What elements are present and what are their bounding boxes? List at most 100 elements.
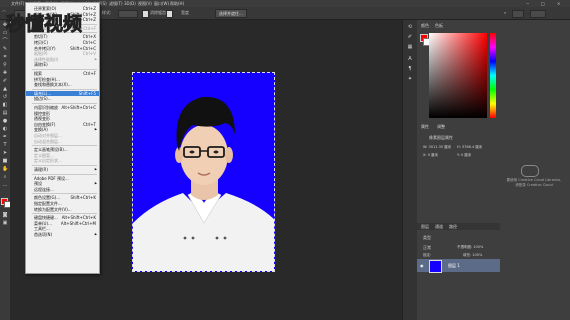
menu-separator bbox=[32, 173, 97, 175]
edit-menu-item[interactable]: 变换(A) ▶ bbox=[26, 127, 99, 132]
opacity-field[interactable]: 不透明度: 100% bbox=[457, 245, 483, 250]
edit-menu-item[interactable]: 首选项(N) ▶ bbox=[26, 232, 99, 237]
color-picker-field[interactable] bbox=[429, 33, 487, 118]
watermark-logo: 秒懂视频 bbox=[4, 8, 96, 38]
quick-mask-icon[interactable]: ◙ bbox=[2, 212, 8, 218]
layer-row[interactable]: ◉ 图层 1 bbox=[417, 259, 500, 273]
edit-menu-item[interactable]: 描边(S)... bbox=[26, 96, 99, 101]
pen-tool-icon[interactable]: ✒ bbox=[2, 134, 8, 140]
height-field[interactable]: H: 3766.4 厘米 bbox=[457, 145, 482, 150]
edit-menu-item[interactable]: 指定配置文件... bbox=[26, 201, 99, 206]
y-field[interactable]: Y: 0 厘米 bbox=[457, 153, 471, 158]
blend-mode-select[interactable]: 正常 bbox=[423, 245, 431, 251]
swatch-panel-icon[interactable]: ▦ bbox=[407, 44, 413, 50]
quick-select-tool-icon[interactable]: ✎ bbox=[2, 46, 8, 52]
edit-menu-item[interactable]: 透视变形 bbox=[26, 116, 99, 121]
gradient-tool-icon[interactable]: ▤ bbox=[2, 110, 8, 116]
edit-menu-item[interactable]: 工具栏... bbox=[26, 226, 99, 231]
zoom-tool-icon[interactable]: ⌕ bbox=[2, 174, 8, 180]
edit-menu-item[interactable]: 清理(R) ▶ bbox=[26, 167, 99, 172]
style-checkbox[interactable] bbox=[166, 10, 173, 18]
edit-menu-item[interactable]: 定义自定形状... bbox=[26, 158, 99, 163]
path-select-tool-icon[interactable]: ➤ bbox=[2, 150, 8, 156]
tab-adjustments[interactable]: 调整 bbox=[437, 124, 445, 130]
workspace-icon[interactable] bbox=[512, 10, 524, 18]
menu-window[interactable]: 窗口(W) bbox=[154, 0, 169, 7]
menu-view[interactable]: 视图(V) bbox=[138, 0, 152, 7]
menu-item-label: Adobe PDF 预设... bbox=[34, 175, 69, 181]
minimize-icon[interactable]: − bbox=[526, 0, 529, 7]
edit-menu-item[interactable]: 搜索 Ctrl+F bbox=[26, 71, 99, 76]
right-panels: 颜色 色板 属性 调整 像素图层属性 W: 3011.35 厘米 H: 3766… bbox=[417, 20, 570, 320]
select-and-mask-button[interactable]: 选择并遮住... bbox=[215, 9, 247, 18]
menu-help[interactable]: 帮助(H) bbox=[170, 0, 184, 7]
stamp-tool-icon[interactable]: ▲ bbox=[2, 86, 8, 92]
x-field[interactable]: X: 0 厘米 bbox=[423, 153, 438, 158]
more-tools-icon[interactable]: … bbox=[2, 182, 8, 188]
edit-menu-item[interactable]: 查找和替换文本(X)... bbox=[26, 82, 99, 87]
tab-properties[interactable]: 属性 bbox=[421, 124, 429, 130]
edit-menu-item[interactable]: Adobe PDF 预设... bbox=[26, 176, 99, 181]
tab-swatches[interactable]: 色板 bbox=[435, 23, 443, 29]
tab-color[interactable]: 颜色 bbox=[421, 23, 429, 29]
fill-field[interactable]: 填充: 100% bbox=[463, 253, 482, 258]
share-icon[interactable] bbox=[530, 10, 546, 18]
history-brush-icon[interactable]: ↺ bbox=[2, 94, 8, 100]
edit-menu-item[interactable]: 键盘快捷键... Alt+Shift+Ctrl+K bbox=[26, 215, 99, 220]
menu-file[interactable]: 文件(F) bbox=[11, 0, 24, 7]
brush-tool-icon[interactable]: ✐ bbox=[2, 78, 8, 84]
search-icon[interactable]: ⌕ bbox=[504, 10, 506, 15]
edit-menu-item[interactable]: 预设 ▶ bbox=[26, 181, 99, 186]
maximize-icon[interactable]: □ bbox=[541, 0, 545, 7]
width-field[interactable]: W: 3011.35 厘米 bbox=[423, 145, 451, 150]
tab-layers[interactable]: 图层 bbox=[421, 224, 429, 230]
tab-channels[interactable]: 通道 bbox=[435, 224, 443, 230]
lock-controls[interactable]: 锁定: bbox=[423, 253, 431, 258]
menu-item-label: 合并拷贝(Y) bbox=[34, 45, 56, 51]
tab-paths[interactable]: 路径 bbox=[449, 224, 457, 230]
edit-menu-item[interactable]: 内容识别缩放 Alt+Shift+Ctrl+C bbox=[26, 105, 99, 110]
edit-menu-item[interactable]: 拼写检查(H)... bbox=[26, 77, 99, 82]
portrait-illustration bbox=[133, 73, 274, 271]
history-panel-icon[interactable]: ⟲ bbox=[407, 24, 413, 30]
id-photo-image[interactable] bbox=[132, 72, 275, 272]
edit-menu-item[interactable]: 合并拷贝(Y) Shift+Ctrl+C bbox=[26, 46, 99, 51]
eraser-tool-icon[interactable]: ◧ bbox=[2, 102, 8, 108]
type-tool-icon[interactable]: T bbox=[2, 142, 8, 148]
antialias-checkbox[interactable] bbox=[142, 10, 149, 18]
screen-mode-icon[interactable]: ▣ bbox=[2, 220, 8, 226]
edit-menu-item[interactable]: 颜色设置(G)... Shift+Ctrl+K bbox=[26, 195, 99, 200]
edit-menu-item[interactable]: 粘贴(P) Ctrl+V bbox=[26, 51, 99, 56]
eyedropper-tool-icon[interactable]: ⚲ bbox=[2, 62, 8, 68]
edit-menu-item[interactable]: 清除(E) bbox=[26, 62, 99, 67]
character-panel-icon[interactable]: A bbox=[407, 56, 413, 62]
hue-slider[interactable] bbox=[490, 33, 496, 118]
feather-input[interactable] bbox=[118, 10, 138, 18]
edit-menu-item[interactable]: 远程连接... bbox=[26, 187, 99, 192]
menu-filter[interactable]: 滤镜(T) bbox=[109, 0, 123, 7]
edit-menu-item[interactable]: 转换为配置文件(V)... bbox=[26, 207, 99, 212]
lasso-tool-icon[interactable]: ⌒ bbox=[2, 38, 8, 44]
crop-tool-icon[interactable]: ⌗ bbox=[2, 54, 8, 60]
edit-menu-item[interactable]: 拷贝(C) Ctrl+C bbox=[26, 40, 99, 45]
paragraph-panel-icon[interactable]: ¶ bbox=[407, 66, 413, 72]
dodge-tool-icon[interactable]: ◐ bbox=[2, 126, 8, 132]
edit-menu-item[interactable]: 自动混合图层... bbox=[26, 139, 99, 144]
shape-tool-icon[interactable]: ■ bbox=[2, 158, 8, 164]
brush-settings-icon[interactable]: ✐ bbox=[407, 34, 413, 40]
edit-menu-item[interactable]: 定义画笔预设(B)... bbox=[26, 147, 99, 152]
layer-kind-filter[interactable]: 类型 bbox=[423, 235, 431, 241]
watermark-logo-graphic: 秒懂视频 bbox=[6, 12, 83, 36]
edit-menu-item[interactable]: 自动对齐图层... bbox=[26, 133, 99, 138]
visibility-eye-icon[interactable]: ◉ bbox=[420, 263, 424, 268]
blur-tool-icon[interactable]: ● bbox=[2, 118, 8, 124]
close-icon[interactable]: × bbox=[557, 0, 560, 7]
clone-source-icon[interactable]: ✦ bbox=[407, 76, 413, 82]
menu-item-shortcut: Alt+Shift+Ctrl+M bbox=[60, 220, 96, 226]
menu-item-label: 透视变形 bbox=[34, 116, 50, 122]
healing-tool-icon[interactable]: ✚ bbox=[2, 70, 8, 76]
hand-tool-icon[interactable]: ✋ bbox=[2, 166, 8, 172]
edit-menu-item[interactable]: 操控变形 bbox=[26, 111, 99, 116]
menu-item-shortcut: Alt+Shift+Ctrl+C bbox=[61, 105, 96, 110]
menu-3d[interactable]: 3D(D) bbox=[124, 0, 136, 7]
